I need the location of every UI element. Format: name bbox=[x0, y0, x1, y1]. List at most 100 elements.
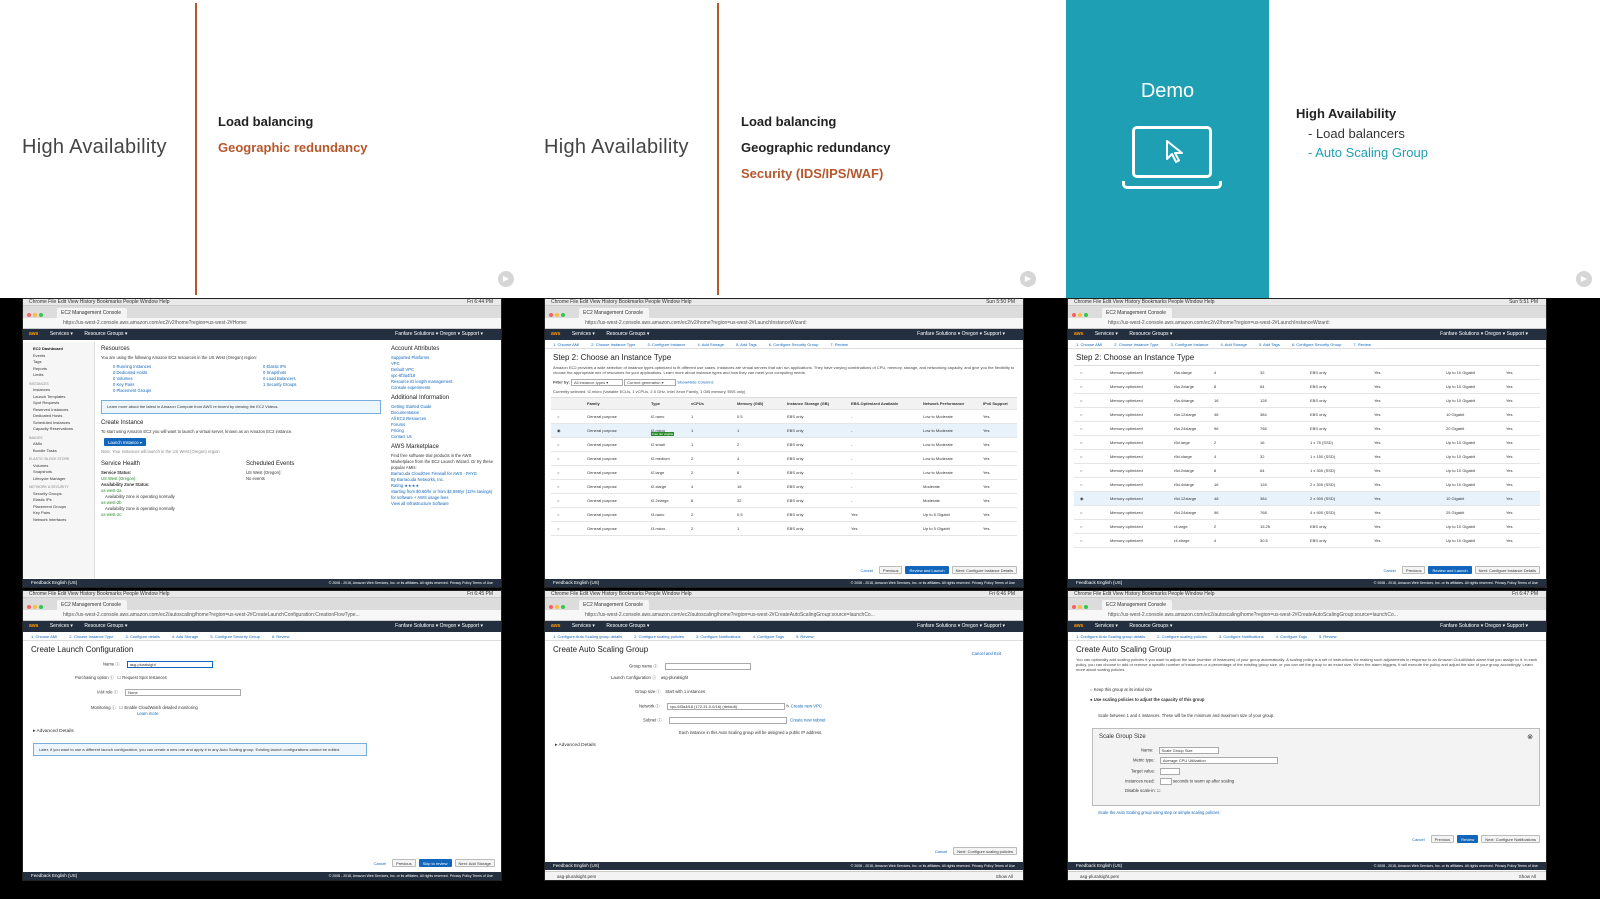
browser-tab[interactable]: EC2 Management Console bbox=[57, 600, 127, 610]
window-controls[interactable] bbox=[27, 310, 45, 322]
monitoring-checkbox-label[interactable]: Enable CloudWatch detailed monitoring bbox=[124, 705, 197, 710]
table-row[interactable]: ○ Memory optimized r5d.2xlarge 8 64 1 x 300 (… bbox=[1074, 464, 1540, 478]
wizard-step[interactable]: 3. Configure Notifications bbox=[696, 634, 741, 639]
column-header[interactable]: EBS-Optimized Available bbox=[851, 398, 898, 410]
cancel-button[interactable]: Cancel bbox=[1380, 567, 1398, 575]
table-row[interactable]: ○ General purpose t2.medium 2 4 EBS only - Low … bbox=[551, 452, 1017, 466]
subnet-input[interactable] bbox=[668, 717, 787, 724]
table-row[interactable]: ○ Memory optimized r5a.24xlarge 96 768 EBS on… bbox=[1074, 422, 1540, 436]
filter-select[interactable]: All instance types ▾ bbox=[571, 379, 624, 386]
close-icon[interactable]: ⊗ bbox=[1527, 733, 1533, 741]
wizard-step[interactable]: 7. Review bbox=[830, 342, 848, 347]
account-menus[interactable]: Fanfare Solutions ▾ Oregon ▾ Support ▾ bbox=[395, 329, 483, 340]
aws-logo[interactable]: aws bbox=[29, 623, 38, 629]
table-row[interactable]: ○ General purpose t2.large 2 8 EBS only - Low t… bbox=[551, 466, 1017, 480]
sidebar-item[interactable]: Network Interfaces bbox=[29, 517, 94, 524]
row-radio[interactable]: ○ bbox=[557, 438, 559, 452]
browser-tab[interactable]: EC2 Management Console bbox=[57, 308, 127, 318]
next-configure-instance-details-button[interactable]: Next: Configure Instance Details bbox=[1474, 566, 1540, 574]
cancel-button[interactable]: Cancel bbox=[932, 848, 950, 856]
wizard-step[interactable]: 1. Choose AMI bbox=[31, 634, 57, 639]
column-header[interactable]: Network Performance bbox=[923, 398, 964, 410]
skip-to-review-button[interactable]: Skip to review bbox=[418, 859, 452, 867]
review-and-launch-button[interactable]: Review and Launch bbox=[1428, 566, 1472, 574]
row-radio[interactable]: ○ bbox=[1080, 464, 1082, 478]
cancel-button[interactable]: Cancel bbox=[1409, 836, 1427, 844]
url-bar[interactable]: https://us-west-2.console.aws.amazon.com… bbox=[23, 610, 501, 621]
column-header[interactable]: Memory (GiB) bbox=[737, 398, 763, 410]
window-controls[interactable] bbox=[549, 602, 567, 614]
row-radio[interactable]: ○ bbox=[557, 480, 559, 494]
resource-groups-menu[interactable]: Resource Groups ▾ bbox=[84, 331, 127, 337]
column-header[interactable]: IPv6 Support bbox=[983, 398, 1008, 410]
account-link[interactable]: Console experiments bbox=[391, 385, 495, 391]
footer-feedback[interactable]: Feedback English (US) bbox=[31, 873, 77, 878]
wizard-step[interactable]: 1. Configure Auto Scaling group details bbox=[553, 634, 622, 639]
url-bar[interactable]: https://us-west-2.console.aws.amazon.com… bbox=[545, 610, 1023, 621]
next-add-storage-button[interactable]: Next: Add Storage bbox=[454, 859, 495, 867]
download-item[interactable]: asg-pluralsight.pem bbox=[1080, 874, 1119, 879]
next-configure-scaling-policies-button[interactable]: Next: Configure scaling policies bbox=[953, 847, 1017, 855]
next-configure-notifications-button[interactable]: Next: Configure Notifications bbox=[1481, 835, 1540, 843]
window-controls[interactable] bbox=[1072, 602, 1090, 614]
keep-size-option[interactable]: ○ Keep this group at its initial size bbox=[1090, 687, 1152, 692]
wizard-step[interactable]: 7. Review bbox=[1353, 342, 1371, 347]
wizard-step[interactable]: 1. Choose AMI bbox=[553, 342, 579, 347]
url-bar[interactable]: https://us-west-2.console.aws.amazon.com… bbox=[1068, 610, 1546, 621]
account-menus[interactable]: Fanfare Solutions ▾ Oregon ▾ Support ▾ bbox=[1440, 329, 1528, 340]
wizard-step[interactable]: 4. Add Storage bbox=[172, 634, 198, 639]
spot-checkbox-label[interactable]: Request Spot Instances bbox=[122, 675, 166, 680]
advanced-details-toggle[interactable]: ▸ Advanced Details bbox=[555, 743, 596, 748]
wizard-step[interactable]: 3. Configure Instance bbox=[1170, 342, 1208, 347]
row-radio[interactable]: ○ bbox=[1080, 478, 1082, 492]
show-all-button[interactable]: Show All bbox=[1519, 872, 1536, 880]
table-row[interactable]: ○ Memory optimized r4.xlarge 4 30.5 EBS only Y… bbox=[1074, 534, 1540, 548]
row-radio[interactable]: ○ bbox=[1080, 394, 1082, 408]
table-row[interactable]: ○ General purpose t2.small 1 2 EBS only - Low t… bbox=[551, 438, 1017, 452]
table-row[interactable]: ○ Memory optimized r5a.12xlarge 48 384 EBS on… bbox=[1074, 408, 1540, 422]
aws-logo[interactable]: aws bbox=[1074, 623, 1083, 629]
wizard-step[interactable]: 2. Choose Instance Type bbox=[69, 634, 113, 639]
table-row[interactable]: ○ General purpose t2.xlarge 4 16 EBS only - Mod… bbox=[551, 480, 1017, 494]
row-radio[interactable]: ◉ bbox=[557, 424, 561, 438]
row-radio[interactable]: ○ bbox=[1080, 380, 1082, 394]
row-radio[interactable]: ○ bbox=[557, 452, 559, 466]
footer-feedback[interactable]: Feedback English (US) bbox=[1076, 863, 1122, 868]
generation-select[interactable]: Current generation ▾ bbox=[624, 379, 677, 386]
wizard-step[interactable]: 5. Add Tags bbox=[736, 342, 757, 347]
play-icon[interactable]: ▶ bbox=[498, 271, 514, 287]
account-menus[interactable]: Fanfare Solutions ▾ Oregon ▾ Support ▾ bbox=[395, 621, 483, 632]
previous-button[interactable]: Previous bbox=[1401, 566, 1426, 574]
browser-tab[interactable]: EC2 Management Console bbox=[579, 308, 649, 318]
row-radio[interactable]: ○ bbox=[1080, 450, 1082, 464]
row-radio[interactable]: ○ bbox=[1080, 422, 1082, 436]
services-menu[interactable]: Services ▾ bbox=[50, 623, 73, 629]
footer-feedback[interactable]: Feedback English (US) bbox=[553, 580, 599, 585]
resource-groups-menu[interactable]: Resource Groups ▾ bbox=[606, 331, 649, 337]
name-input[interactable]: asg-pluralsight bbox=[126, 661, 213, 668]
row-radio[interactable]: ○ bbox=[1080, 520, 1082, 534]
row-radio[interactable]: ◉ bbox=[1080, 492, 1084, 506]
marketplace-link[interactable]: Starting from $0.60/hr or from $4,599/yr… bbox=[391, 489, 495, 501]
wizard-step[interactable]: 6. Configure Security Group bbox=[1292, 342, 1342, 347]
resource-groups-menu[interactable]: Resource Groups ▾ bbox=[1129, 331, 1172, 337]
wizard-step[interactable]: 1. Configure Auto Scaling group details bbox=[1076, 634, 1145, 639]
wizard-step[interactable]: 2. Configure scaling policies bbox=[1157, 634, 1207, 639]
cancel-button[interactable]: Cancel bbox=[371, 860, 389, 868]
table-row[interactable]: ○ Memory optimized r4.large 2 15.25 EBS only Y… bbox=[1074, 520, 1540, 534]
wizard-step[interactable]: 6. Configure Security Group bbox=[769, 342, 819, 347]
row-radio[interactable]: ○ bbox=[557, 466, 559, 480]
previous-button[interactable]: Previous bbox=[392, 859, 416, 867]
footer-feedback[interactable]: Feedback English (US) bbox=[31, 580, 77, 585]
column-header[interactable]: Instance Storage (GB) bbox=[787, 398, 829, 410]
url-bar[interactable]: https://us-west-2.console.aws.amazon.com… bbox=[23, 318, 501, 329]
group-size-value[interactable]: Start with 1 instances bbox=[665, 689, 705, 694]
wizard-step[interactable]: 4. Add Storage bbox=[1220, 342, 1246, 347]
previous-button[interactable]: Previous bbox=[1430, 835, 1455, 843]
table-row[interactable]: ○ General purpose t3.micro 2 1 EBS only Yes Up … bbox=[551, 522, 1017, 536]
browser-tab[interactable]: EC2 Management Console bbox=[1102, 600, 1172, 610]
metric-select[interactable]: Average CPU Utilization bbox=[1159, 757, 1278, 764]
account-menus[interactable]: Fanfare Solutions ▾ Oregon ▾ Support ▾ bbox=[917, 329, 1005, 340]
browser-tab[interactable]: EC2 Management Console bbox=[1102, 308, 1172, 318]
launch-instance-button[interactable]: Launch Instance ▾ bbox=[104, 438, 146, 446]
